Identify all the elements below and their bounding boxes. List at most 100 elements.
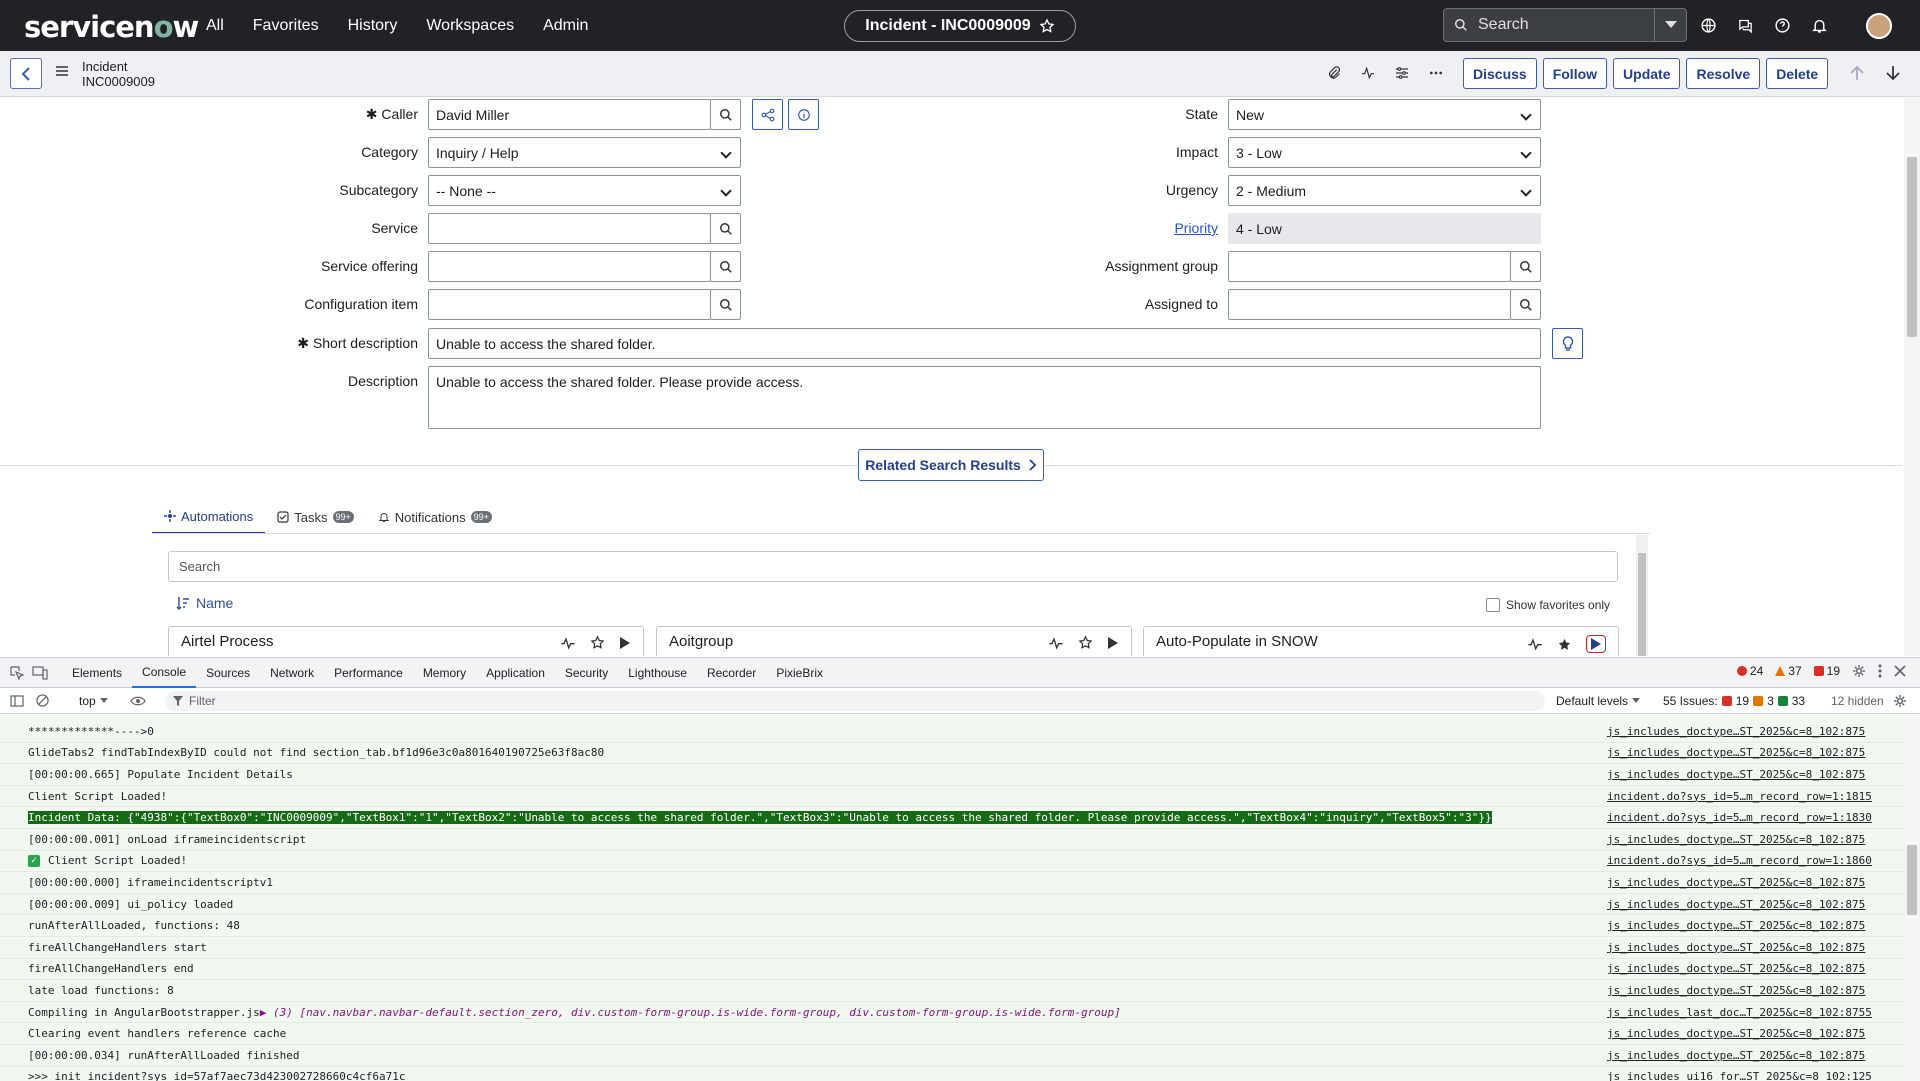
service-offering-field[interactable]	[428, 251, 711, 282]
back-button[interactable]	[10, 58, 42, 89]
play-icon[interactable]	[1107, 636, 1119, 650]
error-count[interactable]: 24	[1737, 664, 1763, 678]
service-field[interactable]	[428, 213, 711, 244]
servicenow-logo[interactable]: servicenow	[24, 10, 198, 44]
assignment-group-field[interactable]	[1228, 251, 1511, 282]
activity-icon[interactable]	[1048, 636, 1064, 650]
inspect-element-icon[interactable]	[10, 666, 24, 680]
priority-label[interactable]: Priority	[958, 220, 1218, 236]
sort-by-name-button[interactable]: Name	[176, 595, 233, 611]
automations-search-input[interactable]: Search	[168, 551, 1618, 582]
console-log-source-link[interactable]: js_includes_doctype…ST_2025&c=8_102:875	[1607, 1027, 1865, 1040]
panel-scrollbar-thumb[interactable]	[1638, 553, 1646, 656]
devtools-tab-application[interactable]: Application	[476, 658, 555, 688]
global-search[interactable]: Search	[1443, 8, 1687, 42]
activity-icon[interactable]	[1360, 65, 1376, 81]
console-log-source-link[interactable]: js_includes_doctype…ST_2025&c=8_102:875	[1607, 746, 1865, 759]
issues-summary[interactable]: 55 Issues: 19 3 33	[1663, 694, 1805, 708]
chat-icon[interactable]	[1737, 17, 1754, 34]
star-icon[interactable]	[1078, 635, 1093, 650]
tab-notifications[interactable]: Notifications 99+	[366, 500, 504, 534]
console-log-source-link[interactable]: js_includes_doctype…ST_2025&c=8_102:875	[1607, 768, 1865, 781]
console-log-source-link[interactable]: js_includes_doctype…ST_2025&c=8_102:875	[1607, 876, 1865, 889]
device-toolbar-icon[interactable]	[32, 666, 48, 680]
caller-field[interactable]: David Miller	[428, 99, 711, 130]
sidebar-toggle-icon[interactable]	[10, 695, 24, 707]
devtools-tab-network[interactable]: Network	[260, 658, 324, 688]
state-select[interactable]: New	[1228, 99, 1541, 130]
gear-icon[interactable]	[1852, 664, 1866, 678]
nav-admin[interactable]: Admin	[543, 17, 588, 35]
delete-button[interactable]: Delete	[1766, 58, 1828, 89]
page-scrollbar[interactable]	[1904, 97, 1920, 656]
devtools-tab-elements[interactable]: Elements	[62, 658, 132, 688]
console-log-source-link[interactable]: js_includes_doctype…ST_2025&c=8_102:875	[1607, 962, 1865, 975]
console-log-source-link[interactable]: incident.do?sys_id=5…m_record_row=1:1815	[1607, 790, 1872, 803]
subcategory-select[interactable]: -- None --	[428, 175, 741, 206]
attachment-icon[interactable]	[1326, 65, 1342, 81]
devtools-tab-lighthouse[interactable]: Lighthouse	[618, 658, 697, 688]
help-icon[interactable]	[1774, 17, 1791, 34]
log-levels-dropdown[interactable]: Default levels	[1556, 694, 1640, 708]
record-context-pill[interactable]: Incident - INC0009009	[844, 10, 1076, 42]
console-settings-icon[interactable]	[1893, 694, 1907, 708]
play-icon[interactable]	[619, 636, 631, 650]
console-log-source-link[interactable]: js_includes_doctype…ST_2025&c=8_102:875	[1607, 984, 1865, 997]
configuration-item-lookup-button[interactable]	[710, 289, 741, 320]
globe-icon[interactable]	[1700, 17, 1717, 34]
devtools-tab-recorder[interactable]: Recorder	[697, 658, 766, 688]
more-options-icon[interactable]	[1428, 65, 1444, 81]
devtools-tab-sources[interactable]: Sources	[196, 658, 260, 688]
kebab-menu-icon[interactable]	[1878, 664, 1882, 678]
devtools-tab-performance[interactable]: Performance	[324, 658, 413, 688]
configuration-item-field[interactable]	[428, 289, 711, 320]
activity-icon[interactable]	[560, 636, 576, 650]
settings-sliders-icon[interactable]	[1394, 65, 1410, 81]
nav-all[interactable]: All	[206, 17, 224, 35]
nav-favorites[interactable]: Favorites	[253, 17, 319, 35]
star-filled-icon[interactable]	[1557, 637, 1572, 652]
console-log-source-link[interactable]: js_includes_doctype…ST_2025&c=8_102:875	[1607, 1049, 1865, 1062]
bell-icon[interactable]	[1811, 17, 1828, 34]
related-search-results-button[interactable]: Related Search Results	[858, 449, 1044, 481]
search-scope-dropdown[interactable]	[1654, 9, 1686, 41]
caller-lookup-button[interactable]	[710, 99, 741, 130]
urgency-select[interactable]: 2 - Medium	[1228, 175, 1541, 206]
follow-button[interactable]: Follow	[1543, 58, 1607, 89]
eye-icon[interactable]	[130, 695, 146, 707]
console-scrollbar-thumb[interactable]	[1907, 845, 1917, 915]
activity-icon[interactable]	[1527, 637, 1543, 651]
previous-record-icon[interactable]	[1850, 65, 1864, 81]
console-log-source-link[interactable]: js_includes_ui16_for…ST_2025&c=8_102:125	[1607, 1070, 1872, 1081]
automation-card[interactable]: Auto-Populate in SNOW	[1143, 626, 1619, 656]
global-search-input[interactable]: Search	[1478, 16, 1654, 34]
caller-info-button[interactable]	[788, 99, 819, 130]
update-button[interactable]: Update	[1613, 58, 1680, 89]
automation-card[interactable]: Aoitgroup	[656, 626, 1132, 656]
description-textarea[interactable]: Unable to access the shared folder. Plea…	[428, 366, 1541, 429]
console-filter-input[interactable]: Filter	[165, 691, 1545, 711]
devtools-tab-security[interactable]: Security	[555, 658, 618, 688]
console-log-object[interactable]: ▶ (3) [nav.navbar.navbar-default.section…	[260, 1006, 1121, 1019]
resolve-button[interactable]: Resolve	[1686, 58, 1760, 89]
automation-card[interactable]: Airtel Process	[168, 626, 644, 656]
tab-automations[interactable]: Automations	[152, 500, 265, 534]
issue-count[interactable]: 19	[1814, 664, 1840, 678]
next-record-icon[interactable]	[1886, 65, 1900, 81]
panel-scrollbar[interactable]	[1636, 535, 1648, 656]
star-icon[interactable]	[1039, 18, 1055, 34]
assignment-group-lookup-button[interactable]	[1510, 251, 1541, 282]
console-scrollbar[interactable]	[1904, 715, 1920, 1081]
favorites-checkbox[interactable]	[1486, 598, 1500, 612]
close-icon[interactable]	[1894, 665, 1906, 677]
context-menu-icon[interactable]	[56, 65, 68, 77]
show-favorites-toggle[interactable]: Show favorites only	[1486, 598, 1610, 612]
impact-select[interactable]: 3 - Low	[1228, 137, 1541, 168]
page-scrollbar-thumb[interactable]	[1907, 157, 1917, 337]
console-log-source-link[interactable]: incident.do?sys_id=5…m_record_row=1:1860	[1607, 854, 1872, 867]
warning-count[interactable]: 37	[1775, 664, 1801, 678]
console-log-source-link[interactable]: js_includes_doctype…ST_2025&c=8_102:875	[1607, 941, 1865, 954]
console-log-source-link[interactable]: js_includes_last_doc…T_2025&c=8_102:8755	[1607, 1006, 1872, 1019]
short-description-field[interactable]: Unable to access the shared folder.	[428, 328, 1541, 359]
nav-workspaces[interactable]: Workspaces	[426, 17, 514, 35]
